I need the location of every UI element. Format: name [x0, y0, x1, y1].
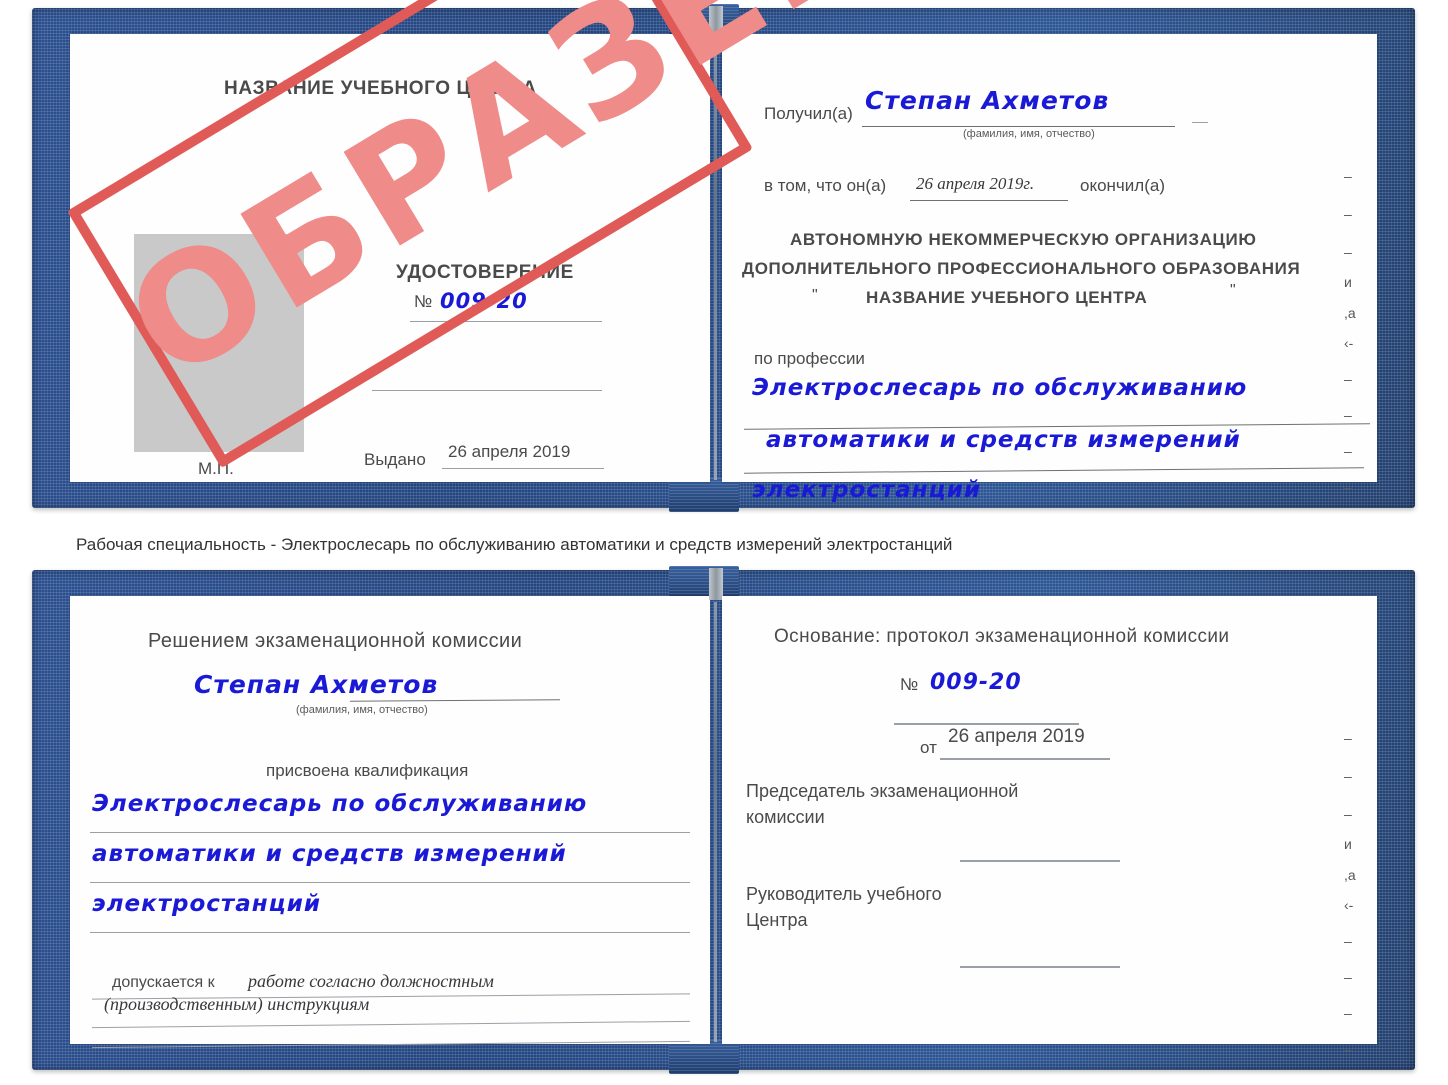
student-name-value: Степан Ахметов — [194, 670, 439, 699]
head-of-center-signature-rule — [960, 966, 1120, 968]
that-he-label: в том, что он(а) — [764, 176, 887, 195]
qualification-line-1: Электрослесарь по обслуживанию — [92, 791, 588, 817]
edge-mark: ‹- — [1344, 897, 1354, 913]
profession-line-3: электростанций — [752, 477, 981, 503]
allowed-rule-2 — [92, 1020, 690, 1029]
protocol-number-rule — [894, 723, 1079, 725]
received-label: Получил(а) — [764, 104, 853, 123]
certificate-number-label: № — [414, 292, 433, 311]
chairman-line-1: Председатель экзаменационной — [746, 781, 1019, 801]
protocol-date-value: 26 апреля 2019 — [948, 726, 1085, 747]
received-rule-right — [1192, 122, 1208, 123]
edge-mark: ,а — [1344, 305, 1356, 321]
protocol-number-value: 009-20 — [930, 670, 1022, 695]
certificate-top: НАЗВАНИЕ УЧЕБНОГО ЦЕНТРА УДОСТОВЕРЕНИЕ №… — [32, 4, 1415, 512]
finished-date-value: 26 апреля 2019г. — [916, 174, 1035, 193]
spine-line-top — [714, 40, 717, 480]
allowed-line-1: работе согласно должностным — [248, 971, 494, 991]
edge-mark: – — [1344, 730, 1352, 746]
basis-label: Основание: протокол экзаменационной коми… — [774, 626, 1230, 647]
edge-mark: – — [1344, 479, 1352, 495]
edge-mark: – — [1344, 768, 1352, 784]
edge-mark: – — [1344, 806, 1352, 822]
profession-label: по профессии — [754, 349, 865, 368]
qualification-rule-1 — [90, 832, 690, 833]
allowed-label: допускается к — [112, 974, 215, 991]
organization-line-1: АВТОНОМНУЮ НЕКОММЕРЧЕСКУЮ ОРГАНИЗАЦИЮ — [790, 230, 1257, 249]
edge-mark: – — [1344, 168, 1352, 184]
spine-tab-top — [709, 6, 723, 38]
edge-mark: – — [1344, 443, 1352, 459]
top-right-page: Получил(а) Степан Ахметов (фамилия, имя,… — [722, 34, 1377, 503]
organization-quote-open: " — [812, 287, 818, 304]
profession-rule-2 — [744, 467, 1364, 474]
protocol-date-rule — [940, 758, 1110, 760]
spine-line-bottom — [714, 602, 717, 1042]
finished-label: окончил(а) — [1080, 176, 1165, 195]
student-name-rule — [349, 699, 561, 702]
spine-notch-top — [669, 4, 739, 38]
photo-placeholder — [134, 234, 304, 452]
spine-notch-bottom — [669, 478, 739, 512]
edge-mark: – — [1344, 1005, 1352, 1021]
spine-tab-bottom — [709, 568, 723, 600]
qualification-label: присвоена квалификация — [266, 761, 469, 780]
image-caption: Рабочая специальность - Электрослесарь п… — [76, 535, 953, 554]
edge-mark: ‹- — [1344, 335, 1354, 351]
certificate-number-value: 009-20 — [440, 289, 528, 313]
chairman-line-2: комиссии — [746, 807, 825, 827]
certificate-title: УДОСТОВЕРЕНИЕ — [396, 262, 574, 283]
qualification-rule-2 — [90, 882, 690, 883]
top-left-page: НАЗВАНИЕ УЧЕБНОГО ЦЕНТРА УДОСТОВЕРЕНИЕ №… — [70, 34, 710, 482]
bottom-left-page: Решением экзаменационной комиссии Степан… — [70, 596, 710, 1049]
edge-mark: – — [1344, 244, 1352, 260]
qualification-rule-3 — [90, 932, 690, 933]
commission-decision-heading: Решением экзаменационной комиссии — [148, 630, 523, 652]
issued-value: 26 апреля 2019 — [448, 442, 571, 461]
finished-date-rule — [910, 200, 1068, 201]
issued-label: Выдано — [364, 450, 426, 469]
fio-hint-top: (фамилия, имя, отчество) — [963, 128, 1095, 140]
head-of-center-line-1: Руководитель учебного — [746, 884, 942, 904]
bottom-right-page: Основание: протокол экзаменационной коми… — [722, 596, 1377, 1044]
issued-rule — [442, 468, 604, 469]
training-center-name-top: НАЗВАНИЕ УЧЕБНОГО ЦЕНТРА — [224, 78, 537, 99]
spine-notch-bottom-2 — [669, 1040, 739, 1074]
edge-mark: – — [1344, 371, 1352, 387]
edge-mark: – — [1344, 206, 1352, 222]
protocol-number-label: № — [900, 675, 919, 694]
seal-label: М.П. — [198, 459, 234, 478]
blank-rule-1 — [372, 390, 602, 391]
edge-mark: и — [1344, 836, 1352, 852]
received-rule — [862, 126, 1175, 127]
fio-hint-bottom: (фамилия, имя, отчество) — [296, 704, 428, 716]
organization-line-2: ДОПОЛНИТЕЛЬНОГО ПРОФЕССИОНАЛЬНОГО ОБРАЗО… — [742, 259, 1301, 278]
protocol-date-label: от — [920, 738, 937, 757]
edge-mark: и — [1344, 274, 1352, 290]
organization-line-3: НАЗВАНИЕ УЧЕБНОГО ЦЕНТРА — [866, 288, 1148, 307]
edge-mark: ,а — [1344, 867, 1356, 883]
received-name-value: Степан Ахметов — [865, 86, 1110, 115]
organization-quote-close: " — [1230, 282, 1236, 299]
allowed-line-2: (производственным) инструкциям — [104, 994, 370, 1014]
certificate-number-rule — [410, 321, 602, 322]
head-of-center-line-2: Центра — [746, 910, 808, 930]
edge-mark: – — [1344, 933, 1352, 949]
qualification-line-2: автоматики и средств измерений — [92, 841, 567, 867]
chairman-signature-rule — [960, 860, 1120, 862]
edge-mark: – — [1344, 969, 1352, 985]
qualification-line-3: электростанций — [92, 891, 321, 917]
edge-mark: – — [1344, 407, 1352, 423]
profession-line-1: Электрослесарь по обслуживанию — [752, 375, 1248, 401]
profession-line-2: автоматики и средств измерений — [766, 427, 1241, 453]
spine-notch-top-2 — [669, 566, 739, 600]
certificate-bottom: Решением экзаменационной комиссии Степан… — [32, 566, 1415, 1074]
edge-mark: – — [1344, 1041, 1352, 1057]
